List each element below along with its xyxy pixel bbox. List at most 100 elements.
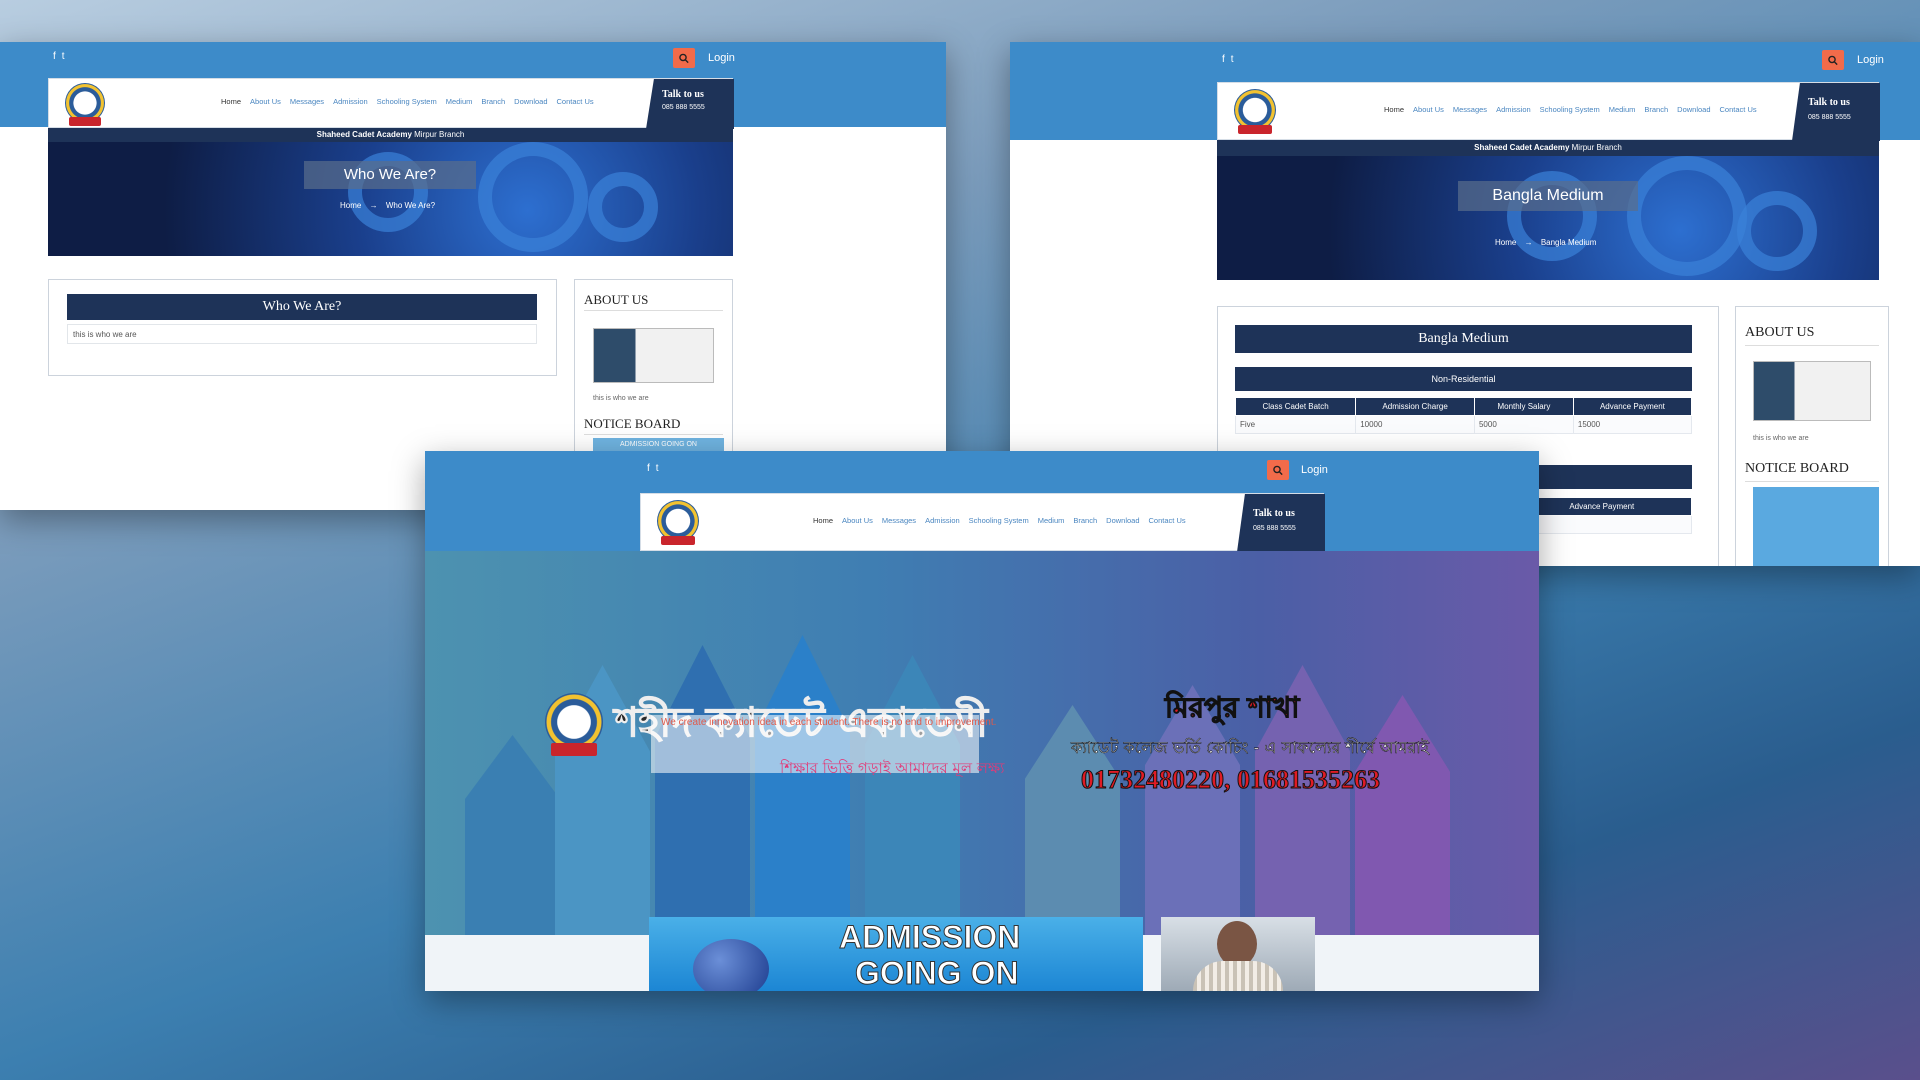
strip-academy: Shaheed Cadet Academy <box>316 130 412 139</box>
notice-item[interactable]: ADMISSION GOING ON <box>593 438 724 452</box>
notice-image[interactable] <box>1753 487 1879 566</box>
social-links: ft <box>53 51 65 62</box>
hero-title: Who We Are? <box>304 161 476 189</box>
nav-home[interactable]: Home <box>221 97 241 106</box>
nav-schooling-system[interactable]: Schooling System <box>1540 105 1600 114</box>
nav-medium[interactable]: Medium <box>1038 516 1065 525</box>
crumb-arrow: → <box>1524 238 1533 247</box>
nav-download[interactable]: Download <box>1677 105 1710 114</box>
search-icon <box>1828 55 1838 65</box>
strip-branch: Mirpur Branch <box>1569 143 1622 152</box>
facebook-icon[interactable]: f <box>1222 54 1225 65</box>
nav-branch[interactable]: Branch <box>1644 105 1668 114</box>
section-text: this is who we are <box>67 324 537 344</box>
breadcrumb: Home → Who We Are? <box>340 201 435 210</box>
table-row: Five 10000 5000 15000 <box>1234 415 1693 434</box>
nav-download[interactable]: Download <box>1106 516 1139 525</box>
search-button[interactable] <box>1267 460 1289 480</box>
login-link[interactable]: Login <box>708 52 735 64</box>
talk-title: Talk to us <box>1253 508 1295 519</box>
nav-contact-us[interactable]: Contact Us <box>1720 105 1757 114</box>
about-image[interactable] <box>1753 361 1871 421</box>
about-image[interactable] <box>593 328 714 383</box>
header-card: Home About Us Messages Admission Schooli… <box>640 493 1325 552</box>
crumb-current: Who We Are? <box>385 201 436 210</box>
nav-messages[interactable]: Messages <box>882 516 916 525</box>
strip-branch: Mirpur Branch <box>411 130 465 139</box>
talk-title: Talk to us <box>662 89 704 100</box>
talk-title: Talk to us <box>1808 97 1850 108</box>
main-nav: Home About Us Messages Admission Schooli… <box>1384 105 1757 114</box>
about-text: this is who we are <box>1753 435 1809 442</box>
nav-schooling-system[interactable]: Schooling System <box>969 516 1029 525</box>
academy-logo[interactable] <box>1234 89 1276 135</box>
cell-advance-payment: 15000 <box>1572 415 1693 434</box>
section-title: Bangla Medium <box>1235 325 1692 353</box>
nav-admission[interactable]: Admission <box>1496 105 1531 114</box>
cell-admission-charge: 10000 <box>1355 415 1475 434</box>
nav-home[interactable]: Home <box>1384 105 1404 114</box>
sub-title: Non-Residential <box>1235 367 1692 391</box>
screenshot-who-we-are: ft Login Home About Us Messages Admissio… <box>0 42 946 510</box>
nav-home[interactable]: Home <box>813 516 833 525</box>
nav-contact-us[interactable]: Contact Us <box>1149 516 1186 525</box>
nav-about-us[interactable]: About Us <box>1413 105 1444 114</box>
about-divider <box>1745 345 1879 346</box>
login-link[interactable]: Login <box>1857 54 1884 66</box>
nav-admission[interactable]: Admission <box>925 516 960 525</box>
cell-batch: Five <box>1234 415 1357 434</box>
login-link[interactable]: Login <box>1301 464 1328 476</box>
twitter-icon[interactable]: t <box>656 463 659 474</box>
crumb-home[interactable]: Home <box>1495 238 1516 247</box>
nav-messages[interactable]: Messages <box>290 97 324 106</box>
nav-messages[interactable]: Messages <box>1453 105 1487 114</box>
about-heading: ABOUT US <box>1745 325 1815 340</box>
search-icon <box>1273 465 1283 475</box>
talk-phone[interactable]: 085 888 5555 <box>1808 114 1880 121</box>
header-card: Home About Us Messages Admission Schooli… <box>1217 82 1880 141</box>
facebook-icon[interactable]: f <box>53 51 56 62</box>
nav-medium[interactable]: Medium <box>446 97 473 106</box>
talk-phone[interactable]: 085 888 5555 <box>1253 525 1325 532</box>
search-button[interactable] <box>673 48 695 68</box>
notice-heading: NOTICE BOARD <box>584 416 681 431</box>
apple-icon <box>693 939 769 991</box>
strip-academy: Shaheed Cadet Academy <box>1474 143 1570 152</box>
col-admission-charge: Admission Charge <box>1355 397 1475 416</box>
hero-title: Bangla Medium <box>1458 181 1638 211</box>
nav-medium[interactable]: Medium <box>1609 105 1636 114</box>
about-heading: ABOUT US <box>584 292 649 307</box>
about-divider <box>584 310 723 311</box>
nav-download[interactable]: Download <box>514 97 547 106</box>
talk-phone[interactable]: 085 888 5555 <box>662 104 734 111</box>
phone-numbers[interactable]: 01732480220, 01681535263 <box>1081 765 1381 795</box>
academy-logo[interactable] <box>657 500 699 546</box>
social-links: ft <box>647 463 659 474</box>
nav-schooling-system[interactable]: Schooling System <box>377 97 437 106</box>
principal-photo[interactable] <box>1161 917 1315 991</box>
banner-motto: শিক্ষার ভিত্তি গড়াই আমাদের মূল লক্ষ্য <box>780 759 1005 777</box>
facebook-icon[interactable]: f <box>647 463 650 474</box>
twitter-icon[interactable]: t <box>62 51 65 62</box>
page-hero: Who We Are? Home → Who We Are? <box>48 142 733 256</box>
admission-card[interactable]: ADMISSION GOING ON <box>649 917 1143 991</box>
social-links: ft <box>1222 54 1234 65</box>
banner-logo <box>545 693 603 756</box>
col-monthly-salary: Monthly Salary <box>1473 397 1574 416</box>
academy-logo[interactable] <box>65 83 105 127</box>
search-button[interactable] <box>1822 50 1844 70</box>
nav-branch[interactable]: Branch <box>1073 516 1097 525</box>
nav-about-us[interactable]: About Us <box>250 97 281 106</box>
nav-branch[interactable]: Branch <box>481 97 505 106</box>
search-icon <box>679 53 689 63</box>
nav-about-us[interactable]: About Us <box>842 516 873 525</box>
branch-strip: Shaheed Cadet Academy Mirpur Branch <box>1217 140 1879 156</box>
crumb-home[interactable]: Home <box>340 201 361 210</box>
nav-contact-us[interactable]: Contact Us <box>557 97 594 106</box>
screenshot-home: ft Login Home About Us Messages Admissio… <box>425 451 1539 991</box>
coaching-line: ক্যাডেট কলেজ ভর্তি কোচিং - এ সাফল্যের শী… <box>1071 738 1430 758</box>
notice-heading: NOTICE BOARD <box>1745 461 1849 476</box>
nav-admission[interactable]: Admission <box>333 97 368 106</box>
main-nav: Home About Us Messages Admission Schooli… <box>221 97 594 106</box>
twitter-icon[interactable]: t <box>1231 54 1234 65</box>
